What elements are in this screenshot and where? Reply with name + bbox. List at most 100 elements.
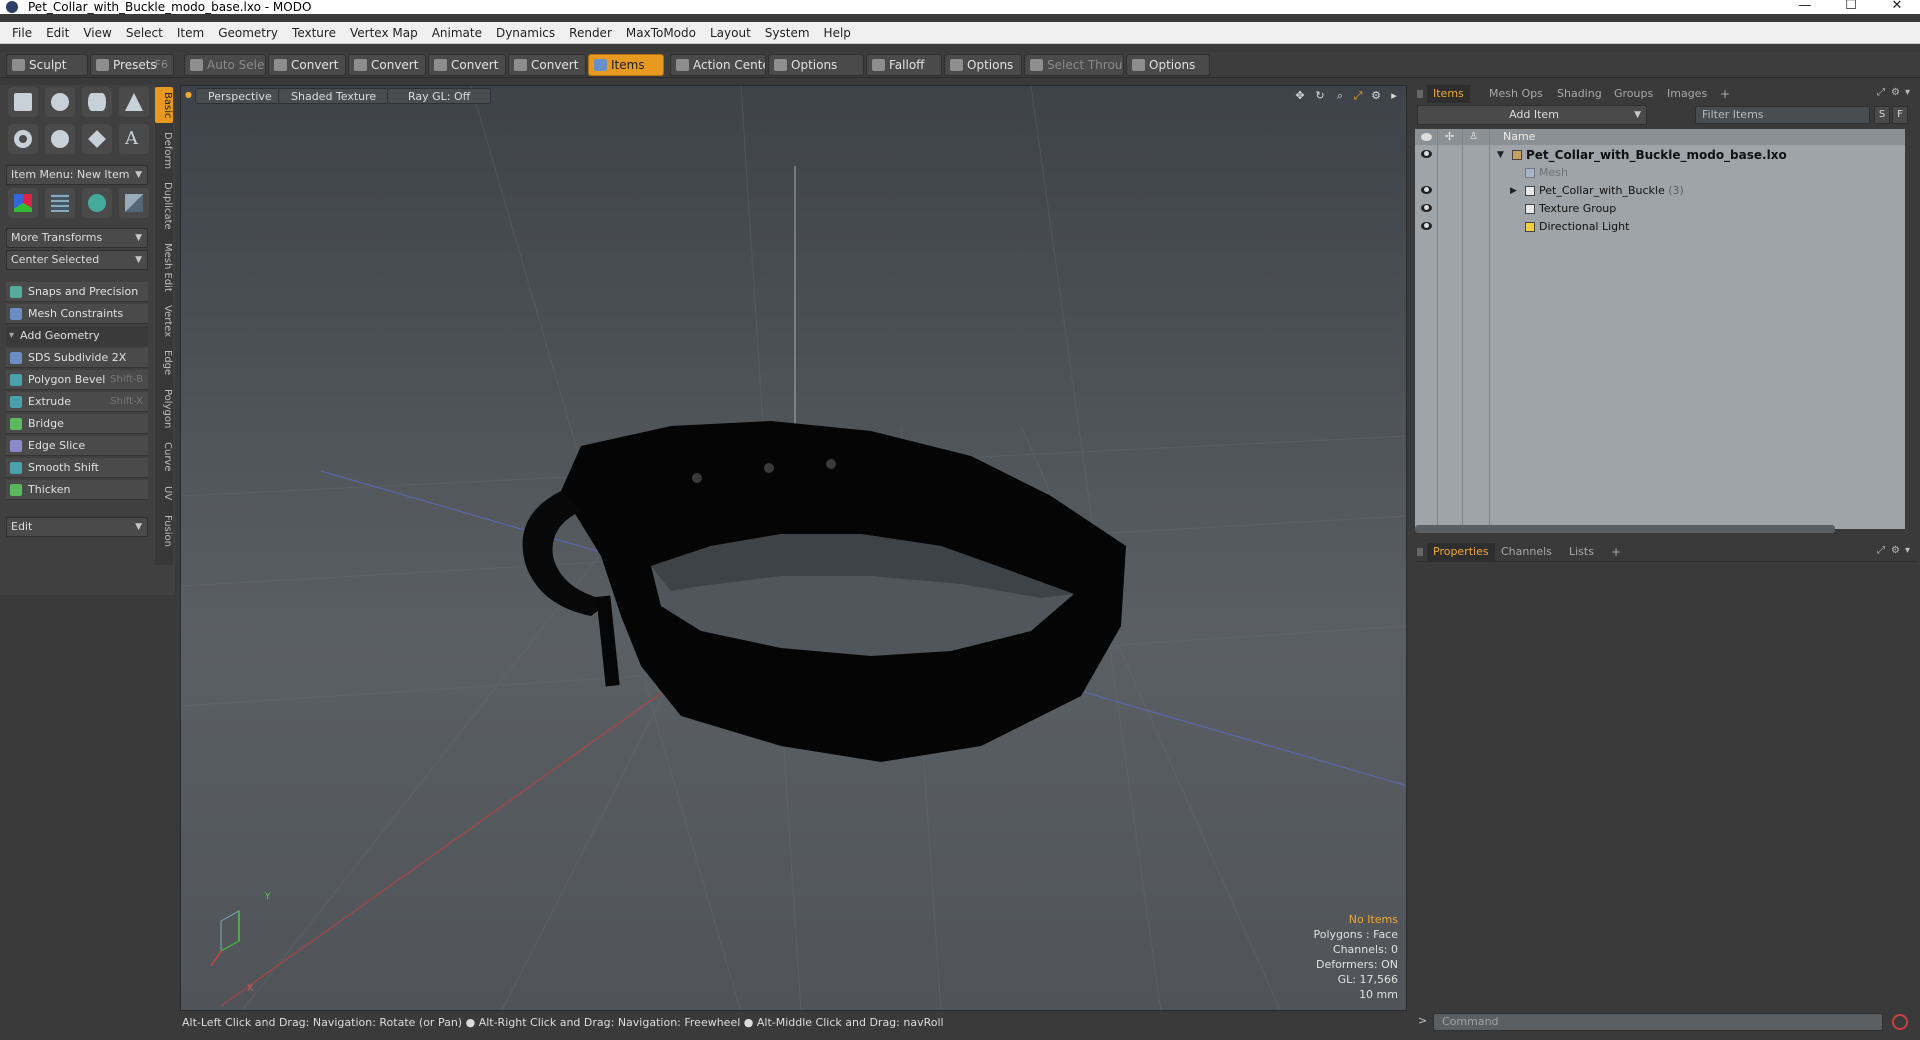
expand-icon[interactable]: ⤢ bbox=[1877, 545, 1885, 559]
text-tool[interactable]: A bbox=[119, 124, 149, 154]
tree-row-mesh[interactable]: Mesh bbox=[1415, 164, 1905, 182]
smooth-shift-button[interactable]: Smooth Shift bbox=[6, 458, 148, 478]
render-column-icon[interactable]: ♙ bbox=[1469, 129, 1478, 145]
orbit-icon[interactable]: ↻ bbox=[1313, 89, 1327, 103]
fit-icon[interactable]: ⤢ bbox=[1351, 89, 1365, 103]
pan-icon[interactable]: ✥ bbox=[1293, 89, 1307, 103]
menu-layout[interactable]: Layout bbox=[703, 22, 758, 44]
eye-icon[interactable] bbox=[1421, 222, 1432, 230]
menu-help[interactable]: Help bbox=[817, 22, 858, 44]
tab-channels[interactable]: Channels bbox=[1495, 543, 1558, 561]
menu-view[interactable]: View bbox=[76, 22, 118, 44]
expand-icon[interactable]: ⤢ bbox=[1877, 87, 1885, 101]
menu-animate[interactable]: Animate bbox=[425, 22, 489, 44]
convert-vertices-button[interactable]: Convert bbox=[268, 54, 346, 76]
close-button[interactable]: ✕ bbox=[1874, 0, 1920, 14]
tab-items[interactable]: Items bbox=[1427, 85, 1470, 103]
menu-geometry[interactable]: Geometry bbox=[211, 22, 285, 44]
expand-arrow-icon[interactable]: ▼ bbox=[1497, 146, 1504, 164]
pen-tool[interactable] bbox=[82, 124, 112, 154]
tree-row-texture-group[interactable]: Texture Group bbox=[1415, 200, 1905, 218]
chevron-down-icon[interactable]: ▾ bbox=[1905, 87, 1910, 101]
vtab-mesh-edit[interactable]: Mesh Edit bbox=[155, 239, 173, 295]
sds-subdivide-button[interactable]: SDS Subdivide 2X bbox=[6, 348, 148, 368]
falloff-options-button[interactable]: Options bbox=[944, 54, 1022, 76]
visibility-column-icon[interactable] bbox=[1421, 133, 1432, 141]
menu-render[interactable]: Render bbox=[562, 22, 619, 44]
tab-groups[interactable]: Groups bbox=[1608, 85, 1659, 103]
capsule-tool[interactable] bbox=[45, 124, 75, 154]
add-item-dropdown[interactable]: Add Item ▼ bbox=[1417, 105, 1647, 125]
tab-images[interactable]: Images bbox=[1661, 85, 1713, 103]
mesh-constraints-button[interactable]: Mesh Constraints bbox=[6, 304, 148, 324]
name-column-header[interactable]: Name bbox=[1503, 129, 1535, 145]
falloff-button[interactable]: Falloff bbox=[866, 54, 942, 76]
vtab-uv[interactable]: UV bbox=[155, 481, 173, 505]
vtab-vertex[interactable]: Vertex bbox=[155, 301, 173, 341]
tree-row-collar[interactable]: ▶ Pet_Collar_with_Buckle (3) bbox=[1415, 182, 1905, 200]
convert-polygons-button[interactable]: Convert bbox=[428, 54, 506, 76]
more-transforms-dropdown[interactable]: More Transforms ▼ bbox=[6, 228, 148, 248]
torus-tool[interactable] bbox=[8, 124, 38, 154]
tab-lists[interactable]: Lists bbox=[1563, 543, 1600, 561]
menu-item[interactable]: Item bbox=[170, 22, 211, 44]
filter-s-button[interactable]: S bbox=[1874, 106, 1890, 124]
cylinder-tool[interactable] bbox=[82, 87, 112, 117]
auto-select-button[interactable]: Auto Select bbox=[184, 54, 266, 76]
menu-texture[interactable]: Texture bbox=[285, 22, 343, 44]
cube-tool[interactable] bbox=[8, 87, 38, 117]
tree-row-directional-light[interactable]: Directional Light bbox=[1415, 218, 1905, 236]
panel-menu-icon[interactable] bbox=[1417, 548, 1423, 556]
menu-select[interactable]: Select bbox=[119, 22, 170, 44]
scale-tool[interactable] bbox=[119, 188, 149, 218]
tab-properties[interactable]: Properties bbox=[1427, 543, 1495, 561]
play-icon[interactable]: ▸ bbox=[1387, 89, 1401, 103]
viewport-menu-icon[interactable]: ● bbox=[185, 90, 192, 100]
collapse-arrow-icon[interactable]: ▶ bbox=[1510, 182, 1517, 200]
vtab-curve[interactable]: Curve bbox=[155, 439, 173, 475]
3d-viewport[interactable]: Y X ● Perspective Shaded Texture Ray GL:… bbox=[180, 85, 1407, 1011]
tab-shading[interactable]: Shading bbox=[1551, 85, 1608, 103]
add-geometry-section[interactable]: Add Geometry bbox=[6, 326, 148, 346]
menu-maxtomodo[interactable]: MaxToModo bbox=[619, 22, 703, 44]
action-center-button[interactable]: Action Center bbox=[670, 54, 766, 76]
zoom-icon[interactable]: ⌕ bbox=[1333, 89, 1347, 103]
panel-menu-icon[interactable] bbox=[1417, 90, 1423, 98]
edit-dropdown[interactable]: Edit ▼ bbox=[6, 517, 148, 537]
convert-edges-button[interactable]: Convert bbox=[348, 54, 426, 76]
vtab-deform[interactable]: Deform bbox=[155, 129, 173, 173]
presets-button[interactable]: Presets F6 bbox=[90, 54, 174, 76]
item-menu-dropdown[interactable]: Item Menu: New Item ▼ bbox=[6, 165, 148, 185]
vtab-edge[interactable]: Edge bbox=[155, 347, 173, 379]
gear-icon[interactable]: ⚙ bbox=[1891, 87, 1900, 101]
chevron-down-icon[interactable]: ▾ bbox=[1905, 545, 1910, 559]
menu-vertex-map[interactable]: Vertex Map bbox=[343, 22, 425, 44]
add-tab-icon[interactable]: + bbox=[1611, 543, 1621, 561]
vtab-duplicate[interactable]: Duplicate bbox=[155, 179, 173, 233]
scene-canvas[interactable] bbox=[181, 86, 1407, 1011]
lock-column-icon[interactable]: ✢ bbox=[1445, 129, 1454, 145]
tree-row-scene[interactable]: ▼ Pet_Collar_with_Buckle_modo_base.lxo bbox=[1415, 146, 1905, 164]
polygon-bevel-button[interactable]: Polygon Bevel Shift-B bbox=[6, 370, 148, 390]
raygl-button[interactable]: Ray GL: Off bbox=[387, 88, 492, 104]
menu-file[interactable]: File bbox=[0, 22, 39, 44]
command-input[interactable]: Command bbox=[1433, 1013, 1883, 1031]
select-through-options-button[interactable]: Options bbox=[1126, 54, 1210, 76]
shading-mode-button[interactable]: Shaded Texture bbox=[278, 88, 390, 104]
convert-materials-button[interactable]: Convert bbox=[508, 54, 586, 76]
action-center-options-button[interactable]: Options bbox=[768, 54, 864, 76]
grid-tool[interactable] bbox=[45, 188, 75, 218]
center-selected-dropdown[interactable]: Center Selected ▼ bbox=[6, 250, 148, 270]
extrude-button[interactable]: Extrude Shift-X bbox=[6, 392, 148, 412]
minimize-button[interactable]: — bbox=[1782, 0, 1828, 14]
horizontal-scrollbar[interactable] bbox=[1415, 525, 1835, 533]
bridge-button[interactable]: Bridge bbox=[6, 414, 148, 434]
vtab-basic[interactable]: Basic bbox=[155, 87, 173, 123]
menu-dynamics[interactable]: Dynamics bbox=[489, 22, 562, 44]
eye-icon[interactable] bbox=[1421, 186, 1432, 194]
sphere-tool[interactable] bbox=[45, 87, 75, 117]
add-tab-icon[interactable]: + bbox=[1720, 85, 1730, 103]
vtab-fusion[interactable]: Fusion bbox=[155, 511, 173, 551]
filter-f-button[interactable]: F bbox=[1892, 106, 1908, 124]
tab-mesh-ops[interactable]: Mesh Ops bbox=[1483, 85, 1549, 103]
